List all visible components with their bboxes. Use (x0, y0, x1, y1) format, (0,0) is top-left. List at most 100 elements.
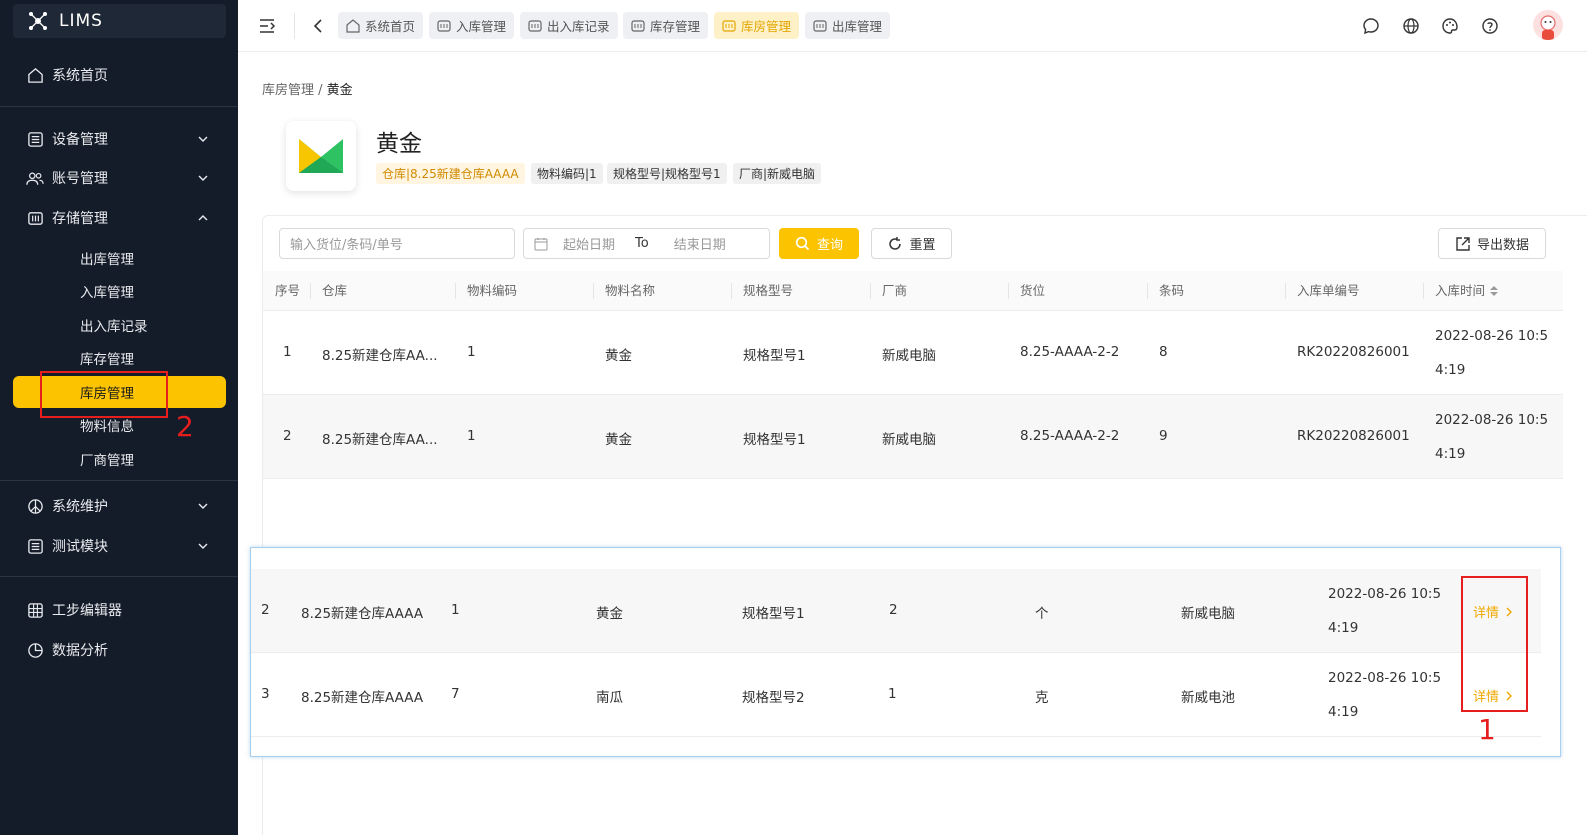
search-input[interactable]: 输入货位/条码/单号 (279, 228, 515, 259)
breadcrumb-parent[interactable]: 库房管理 (262, 83, 314, 98)
cell-index: 1 (283, 344, 292, 360)
col-header-spec: 规格型号 (743, 283, 794, 298)
col-separator (1423, 283, 1424, 299)
tab-inventory[interactable]: 库存管理 (623, 12, 709, 39)
annotation-number-2: 2 (176, 410, 194, 443)
sidebar-item-label: 账号管理 (52, 171, 108, 187)
tab-inout-records[interactable]: 出入库记录 (520, 12, 618, 39)
users-icon (25, 168, 45, 188)
query-button[interactable]: 查询 (779, 228, 859, 259)
col-separator (310, 283, 311, 299)
sidebar-divider (0, 106, 238, 107)
sidebar-item-test-module[interactable]: 测试模块 (13, 530, 226, 562)
sidebar-item-label: 系统首页 (52, 68, 108, 84)
cell-inbound-time: 2022-08-26 10:5 4:19 (1435, 403, 1555, 471)
storage-icon (813, 19, 827, 33)
cell-spec: 规格型号1 (743, 432, 806, 448)
table-row[interactable]: 2 8.25新建仓库AA... 1 黄金 规格型号1 新威电脑 8.25-AAA… (263, 395, 1563, 479)
cell-inbound-time: 2022-08-26 10:5 4:19 (1328, 661, 1448, 729)
table-row[interactable]: 1 8.25新建仓库AA... 1 黄金 规格型号1 新威电脑 8.25-AAA… (263, 311, 1563, 395)
sidebar-item-accounts[interactable]: 账号管理 (13, 162, 226, 194)
cell-quantity: 1 (888, 686, 897, 702)
app-name: LIMS (59, 11, 103, 31)
sidebar-item-label: 系统维护 (52, 499, 108, 515)
sidebar-subitem-outbound[interactable]: 出库管理 (13, 242, 226, 274)
menu-collapse-icon[interactable] (255, 14, 279, 38)
globe-icon[interactable] (1399, 14, 1423, 38)
topbar-separator (294, 13, 295, 39)
storage-icon (437, 19, 451, 33)
tab-inbound[interactable]: 入库管理 (429, 12, 515, 39)
tab-label: 系统首页 (365, 19, 416, 34)
tag-vendor: 厂商|新威电脑 (733, 163, 822, 184)
search-icon (795, 236, 811, 252)
sidebar-subitem-inbound[interactable]: 入库管理 (13, 275, 226, 307)
home-icon (346, 18, 360, 33)
overlay-row[interactable]: 2 8.25新建仓库AAAA 1 黄金 规格型号1 2 个 新威电脑 2022-… (251, 569, 1541, 653)
col-separator (1285, 283, 1286, 299)
message-icon[interactable] (1359, 14, 1383, 38)
tab-warehouse[interactable]: 库房管理 (714, 12, 800, 39)
sidebar-item-home[interactable]: 系统首页 (13, 59, 226, 91)
logo-icon (25, 8, 51, 34)
storage-icon (631, 19, 645, 33)
back-icon[interactable] (306, 14, 330, 38)
sidebar-item-step-editor[interactable]: 工步编辑器 (13, 594, 226, 626)
overlay-row[interactable]: 3 8.25新建仓库AAAA 7 南瓜 规格型号2 1 克 新威电池 2022-… (251, 653, 1541, 737)
topbar: 系统首页 入库管理 出入库记录 库存管理 库房管理 出库管理 (238, 0, 1587, 52)
tab-label: 库存管理 (650, 19, 701, 34)
reset-button[interactable]: 重置 (871, 228, 952, 259)
sort-icon[interactable] (1489, 285, 1499, 297)
tag-warehouse: 仓库|8.25新建仓库AAAA (376, 163, 525, 184)
cell-spec: 规格型号1 (742, 606, 805, 622)
sidebar-subitem-inout-records[interactable]: 出入库记录 (13, 309, 226, 341)
tab-home[interactable]: 系统首页 (338, 12, 424, 39)
export-button[interactable]: 导出数据 (1438, 228, 1546, 259)
cell-index: 2 (261, 602, 270, 618)
col-separator (455, 283, 456, 299)
start-date-input[interactable]: 起始日期 (563, 234, 615, 253)
breadcrumb-current: 黄金 (326, 83, 353, 98)
cell-warehouse: 8.25新建仓库AA... (322, 348, 438, 364)
col-separator (870, 283, 871, 299)
tag-material-code: 物料编码|1 (531, 163, 603, 184)
cell-unit: 克 (1035, 690, 1049, 706)
time-line: 2022-08-26 10:5 (1435, 412, 1549, 428)
avatar[interactable] (1533, 10, 1563, 40)
cell-spec: 规格型号1 (743, 348, 806, 364)
sidebar-subitem-vendors[interactable]: 厂商管理 (13, 443, 226, 475)
col-header-warehouse: 仓库 (322, 283, 348, 298)
cell-slot: 8.25-AAAA-2-2 (1020, 428, 1120, 444)
app-logo[interactable]: LIMS (13, 4, 226, 38)
time-line: 4:19 (1328, 704, 1359, 720)
cell-material-code: 1 (467, 344, 476, 360)
help-icon[interactable] (1478, 14, 1502, 38)
page-title: 黄金 (376, 131, 422, 157)
cell-index: 2 (283, 428, 292, 444)
tab-outbound[interactable]: 出库管理 (805, 12, 891, 39)
storage-icon (528, 19, 542, 33)
table-header: 序号 仓库 物料编码 物料名称 规格型号 厂商 货位 条码 入库单编号 入库时间 (263, 271, 1563, 311)
sidebar-item-storage[interactable]: 存储管理 (13, 202, 226, 234)
end-date-input[interactable]: 结束日期 (674, 234, 726, 253)
annotation-number-1: 1 (1478, 713, 1496, 746)
sidebar-item-maintenance[interactable]: 系统维护 (13, 490, 226, 522)
col-separator (731, 283, 732, 299)
breadcrumb: 库房管理 / 黄金 (262, 79, 353, 98)
sidebar-item-analytics[interactable]: 数据分析 (13, 634, 226, 666)
cell-inbound-time: 2022-08-26 10:5 4:19 (1328, 577, 1448, 645)
export-label: 导出数据 (1476, 238, 1529, 253)
cell-material-code: 1 (467, 428, 476, 444)
col-header-slot: 货位 (1020, 283, 1046, 298)
cell-material-name: 黄金 (596, 606, 623, 622)
date-range-picker[interactable]: 起始日期 To 结束日期 (523, 228, 770, 259)
sidebar-subitem-inventory[interactable]: 库存管理 (13, 342, 226, 374)
storage-icon (722, 19, 736, 33)
sidebar-item-devices[interactable]: 设备管理 (13, 123, 226, 155)
palette-icon[interactable] (1438, 14, 1462, 38)
cell-spec: 规格型号2 (742, 690, 805, 706)
col-header-inbound-time[interactable]: 入库时间 (1435, 271, 1485, 311)
list-icon (25, 536, 45, 556)
cell-warehouse: 8.25新建仓库AAAA (301, 690, 424, 706)
item-logo (286, 121, 356, 191)
